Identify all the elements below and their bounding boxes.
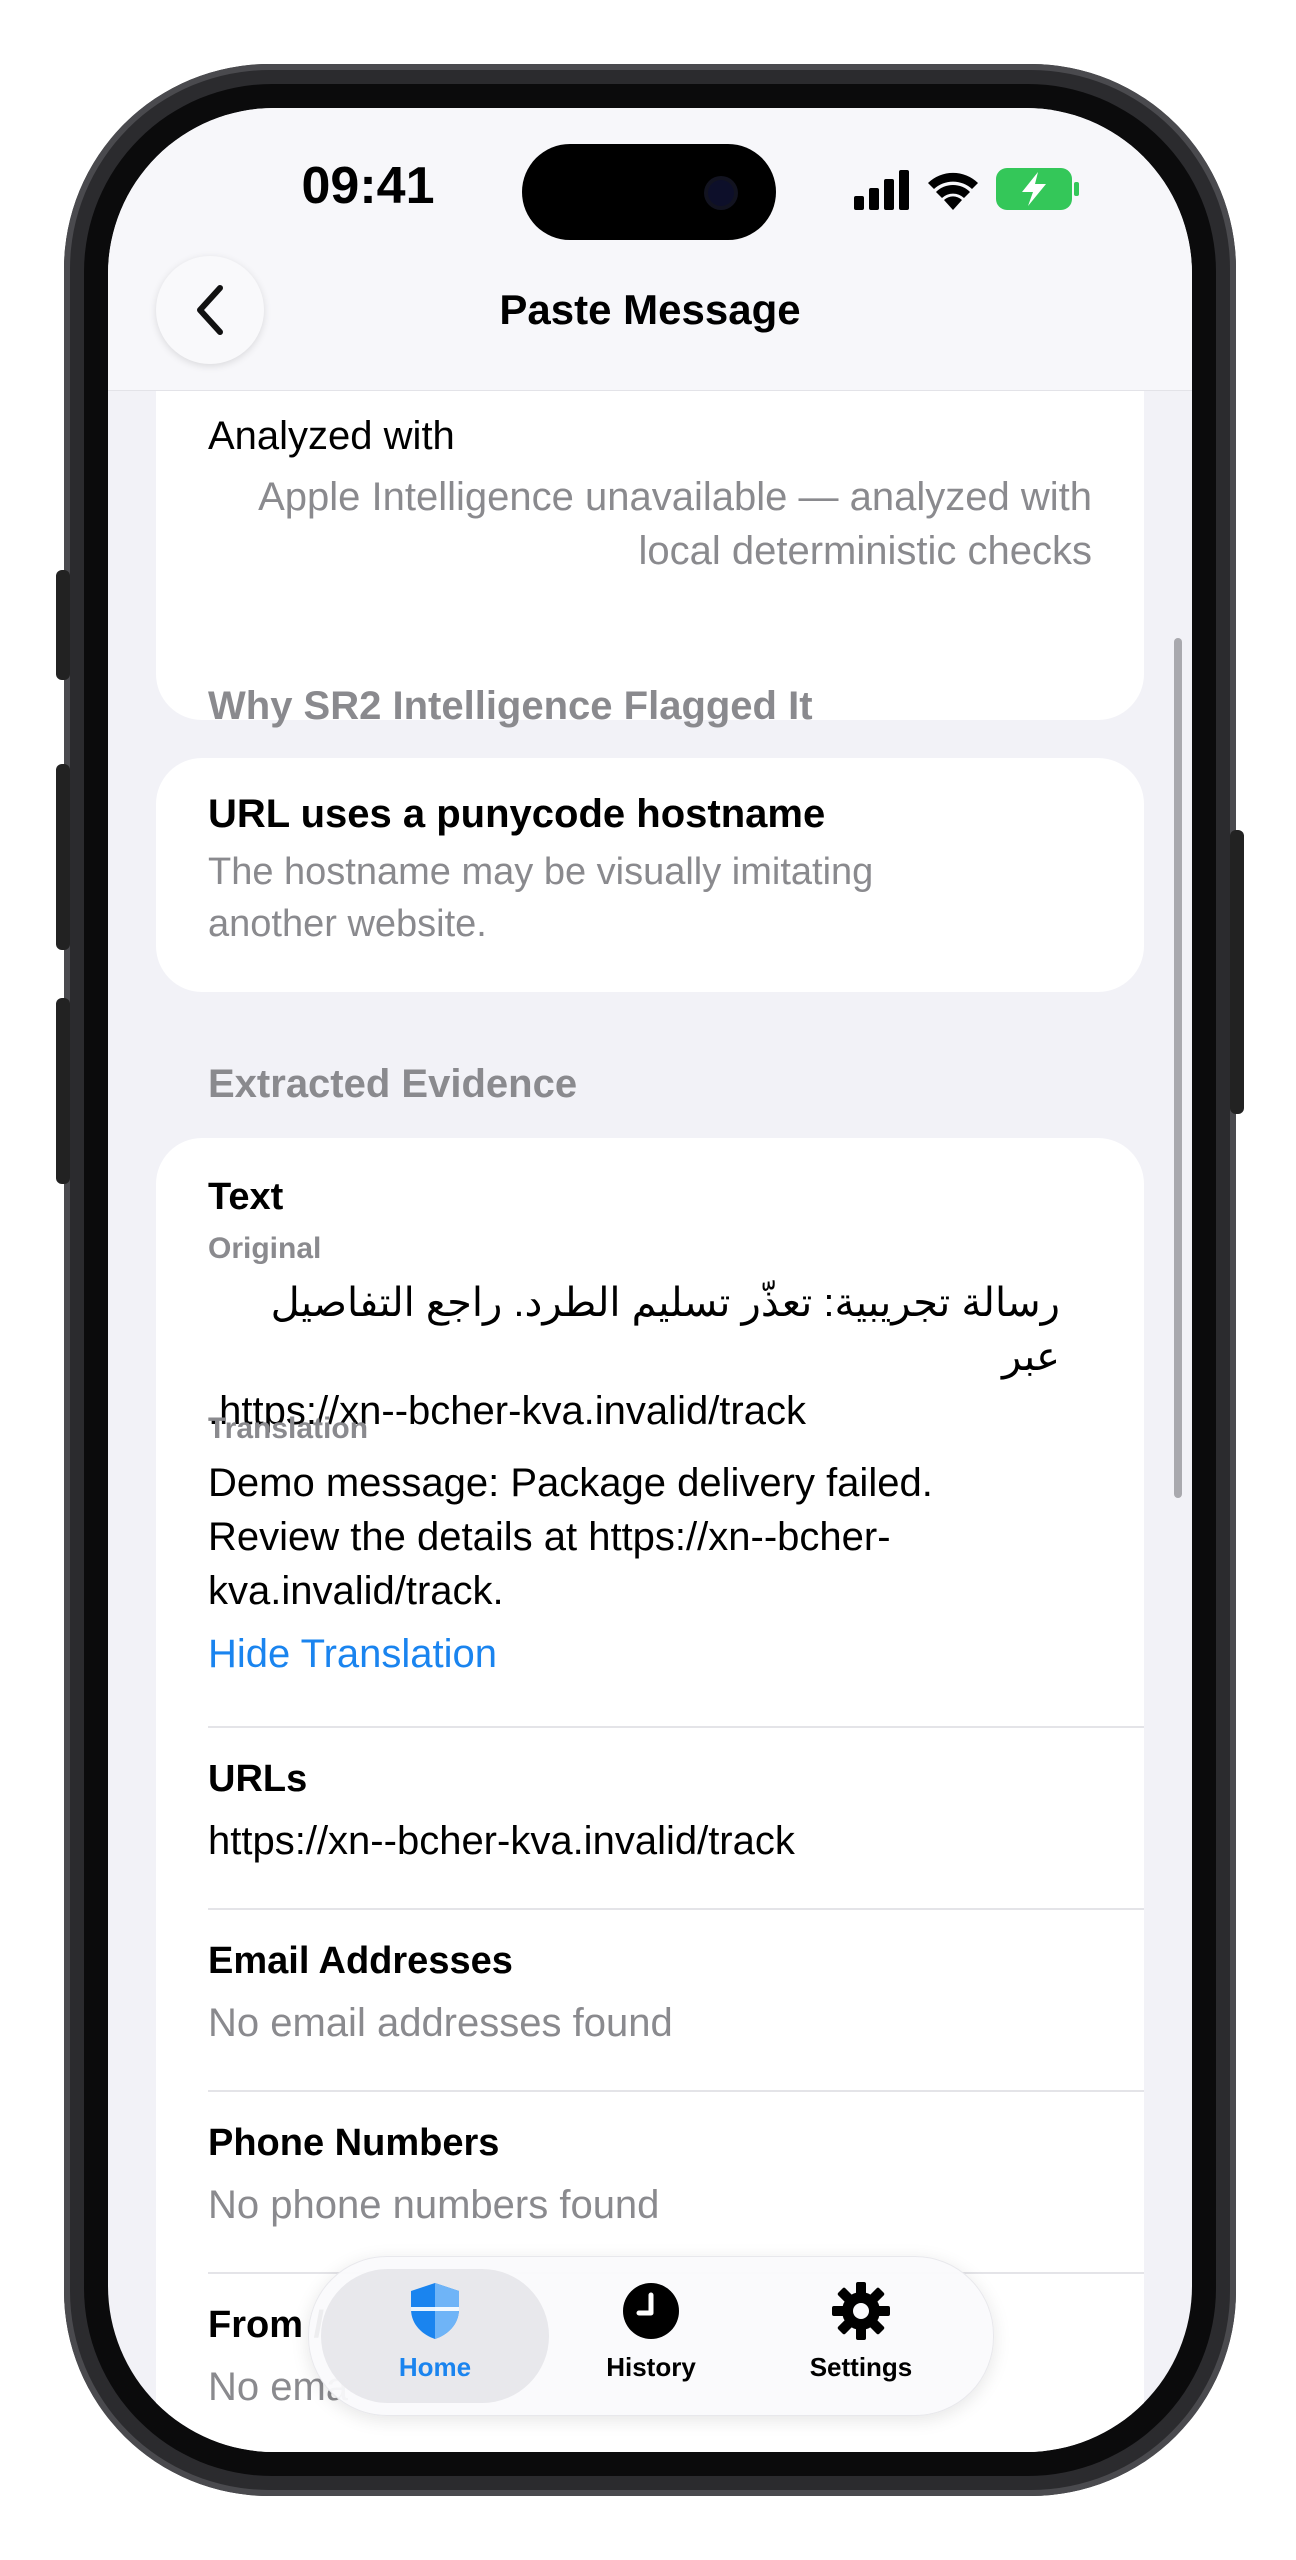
- status-time: 09:41: [301, 157, 435, 215]
- flagged-title: URL uses a punycode hostname: [208, 792, 826, 836]
- analyzed-value-line-1: Apple Intelligence unavailable — analyze…: [258, 475, 1092, 519]
- tab-bar: Home History Settings: [308, 2256, 994, 2416]
- translation-label: Translation: [208, 1412, 369, 1445]
- emails-title: Email Addresses: [208, 1940, 513, 1982]
- original-text-line-1: رسالة تجريبية: تعذّر تسليم الطرد. راجع ا…: [270, 1281, 1060, 1379]
- analyzed-label: Analyzed with: [208, 414, 455, 458]
- flagged-desc-line-2: another website.: [208, 903, 487, 945]
- translation-text: Demo message: Package delivery failed. R…: [208, 1456, 1088, 1618]
- front-camera: [708, 180, 734, 206]
- tab-history-label: History: [606, 2352, 696, 2382]
- gear-icon: [832, 2282, 890, 2340]
- hide-translation-link[interactable]: Hide Translation: [208, 1632, 497, 1677]
- evidence-section-header: Extracted Evidence: [208, 1062, 578, 1106]
- power-button: [1230, 830, 1244, 1114]
- clock-icon: [623, 2283, 679, 2339]
- tab-home[interactable]: Home: [335, 2281, 535, 2383]
- translation-text-line-3: kva.invalid/track.: [208, 1569, 504, 1613]
- shield-icon: [411, 2283, 459, 2339]
- wifi-icon: [926, 166, 980, 210]
- action-button: [56, 570, 70, 680]
- divider: [208, 1726, 1144, 1728]
- text-title: Text: [208, 1176, 284, 1218]
- divider: [208, 1908, 1144, 1910]
- urls-title: URLs: [208, 1758, 308, 1800]
- flagged-desc-line-1: The hostname may be visually imitating: [208, 851, 874, 893]
- flagged-description: The hostname may be visually imitating a…: [208, 846, 873, 950]
- from-title: From /: [208, 2304, 325, 2346]
- divider: [208, 2090, 1144, 2092]
- phones-title: Phone Numbers: [208, 2122, 500, 2164]
- translation-text-line-2: Review the details at https://xn--bcher-: [208, 1515, 891, 1559]
- volume-down-button: [56, 998, 70, 1184]
- emails-value: No email addresses found: [208, 2001, 673, 2045]
- scroll-indicator[interactable]: [1174, 638, 1182, 1498]
- screen: Analyzed with Apple Intelligence unavail…: [108, 108, 1192, 2452]
- flagged-section-header: Why SR2 Intelligence Flagged It: [208, 684, 813, 728]
- phones-value: No phone numbers found: [208, 2183, 660, 2227]
- urls-value[interactable]: https://xn--bcher-kva.invalid/track: [208, 1814, 795, 1868]
- dynamic-island: [522, 144, 776, 240]
- translation-text-line-1: Demo message: Package delivery failed.: [208, 1461, 933, 1505]
- page-title: Paste Message: [499, 286, 801, 333]
- volume-up-button: [56, 764, 70, 950]
- analyzed-value-line-2: local deterministic checks: [638, 529, 1093, 573]
- cellular-signal-icon: [854, 170, 910, 210]
- tab-settings[interactable]: Settings: [761, 2281, 961, 2383]
- tab-home-label: Home: [398, 2352, 472, 2382]
- original-label: Original: [208, 1232, 322, 1265]
- tab-history[interactable]: History: [551, 2281, 751, 2383]
- battery-charging-icon: [996, 168, 1080, 210]
- analyzed-value: Apple Intelligence unavailable — analyze…: [208, 470, 1092, 578]
- tab-settings-label: Settings: [809, 2352, 913, 2382]
